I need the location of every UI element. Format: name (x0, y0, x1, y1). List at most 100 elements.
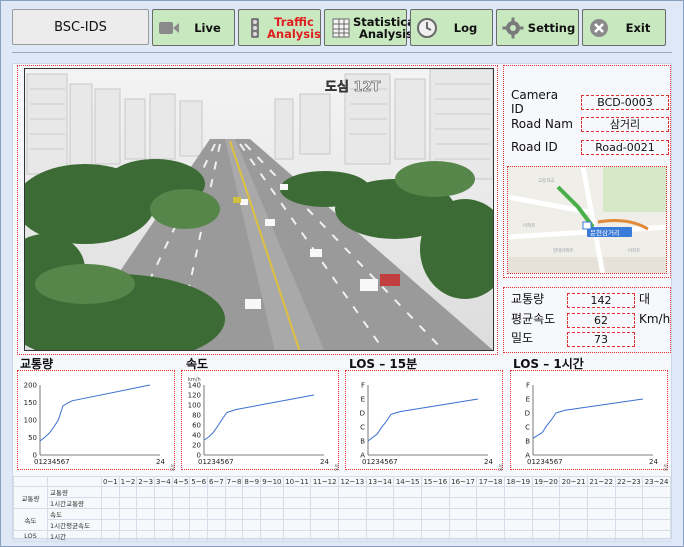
table-cell (365, 519, 395, 531)
table-cell (118, 486, 138, 498)
table-cell (586, 486, 616, 498)
table-cell (224, 519, 244, 531)
y-tick-label: E (361, 396, 365, 404)
series-line (39, 384, 151, 442)
svg-text:아파트: 아파트 (628, 247, 640, 254)
table-cell (118, 519, 138, 531)
table-cell (154, 530, 173, 542)
nav-button-label: Setting (527, 20, 576, 35)
table-cell (531, 519, 561, 531)
chart-los-1h: F E D C B A 01234567 24 시간 (510, 370, 668, 472)
table-cell (559, 508, 588, 520)
table-row: 1시간교통량 (14, 497, 671, 509)
close-circle-icon (587, 16, 611, 40)
table-cell (101, 497, 120, 509)
x-tick-labels: 01234567 (198, 458, 234, 466)
nav-statistical-analysis-button[interactable]: Statistical Analysis (324, 9, 419, 46)
table-corner (47, 476, 102, 487)
hour-header: 7~8 (224, 476, 244, 487)
table-cell (101, 530, 120, 542)
nav-traffic-analysis-button[interactable]: Traffic Analysis (238, 9, 321, 46)
speed-label: 평균속도 (511, 312, 556, 326)
table-cell (189, 497, 209, 509)
hour-header: 6~7 (207, 476, 226, 487)
nav-setting-button[interactable]: Setting (496, 9, 579, 46)
nav-live-button[interactable]: Live (152, 9, 235, 46)
table-cell (282, 486, 312, 498)
svg-text:도심 12T: 도심 12T (325, 79, 381, 95)
table-cell (171, 530, 191, 542)
table-cell (420, 530, 450, 542)
hour-header: 17~18 (476, 476, 505, 487)
table-cell (310, 497, 340, 509)
table-cell (586, 497, 616, 509)
hourly-stats-table: 0~1 1~2 2~3 3~4 4~5 5~6 6~7 7~8 8~9 9~10 10~11 11~1… (13, 476, 671, 542)
table-cell (154, 508, 173, 520)
y-tick-label: 50 (28, 434, 37, 442)
hour-header: 15~16 (420, 476, 450, 487)
x-unit-label: 시간 (333, 463, 339, 471)
table-cell (393, 497, 422, 509)
table-cell (448, 508, 478, 520)
table-cell (101, 486, 120, 498)
table-cell (242, 530, 262, 542)
table-row: LOS 1시간 (13, 530, 671, 542)
chart-los-1h-svg: FEDCBA01234567 24시간 (525, 382, 668, 472)
table-cell (476, 508, 505, 520)
table-cell (393, 508, 422, 520)
location-map[interactable]: 아파트 현대아파트 아파트 고등학교 문현삼거리 (507, 166, 667, 274)
map-image: 아파트현대아파트 아파트고등학교 문현삼거리 (508, 167, 666, 273)
camera-id-label: Camera ID (511, 88, 559, 116)
hour-header: 3~4 (154, 476, 173, 487)
table-cell (310, 519, 340, 531)
gear-icon (501, 16, 525, 40)
table-cell (101, 508, 120, 520)
table-cell (260, 519, 284, 531)
table-cell (365, 486, 395, 498)
y-tick-label: 40 (192, 432, 201, 440)
x-end-label: 24 (484, 458, 493, 466)
table-cell (189, 486, 209, 498)
nav-log-button[interactable]: Log (410, 9, 493, 46)
hour-header: 13~14 (365, 476, 395, 487)
table-cell (171, 497, 191, 509)
table-cell (310, 508, 340, 520)
y-tick-label: C (360, 424, 365, 432)
table-cell (586, 530, 616, 542)
row-label: 1시간 (47, 530, 102, 542)
table-cell (310, 530, 340, 542)
y-tick-label: 120 (188, 392, 201, 400)
spreadsheet-icon (329, 16, 353, 40)
hour-header: 9~10 (260, 476, 284, 487)
table-cell (282, 530, 312, 542)
volume-value: 142 (567, 293, 635, 308)
table-header-row: 0~1 1~2 2~3 3~4 4~5 5~6 6~7 7~8 8~9 9~10 10~11 11~1… (13, 476, 671, 487)
hour-header: 0~1 (101, 476, 120, 487)
svg-text:현대아파트: 현대아파트 (553, 247, 574, 254)
hour-header: 21~22 (586, 476, 616, 487)
table-cell (393, 519, 422, 531)
hour-header: 5~6 (189, 476, 209, 487)
table-cell (614, 508, 644, 520)
row-group-label: 교통량 (13, 486, 48, 509)
hour-header: 22~23 (614, 476, 644, 487)
y-tick-label: 60 (192, 422, 201, 430)
hour-header: 4~5 (171, 476, 191, 487)
table-cell (420, 519, 450, 531)
y-tick-label: 200 (24, 382, 37, 390)
table-cell (365, 530, 395, 542)
table-cell (242, 508, 262, 520)
chart-volume: 200 150 100 50 0 01234567 24 시간 (17, 370, 175, 471)
live-video-feed[interactable]: 도심 12T (24, 68, 494, 351)
y-tick-label: 80 (192, 412, 201, 420)
table-cell (224, 508, 244, 520)
nav-button-label: Statistical Analysis (353, 14, 419, 41)
table-cell (586, 508, 616, 520)
nav-exit-button[interactable]: Exit (582, 9, 666, 46)
table-cell (503, 497, 533, 509)
clock-icon (415, 16, 439, 40)
y-tick-label: 20 (192, 442, 201, 450)
chart-los-15-svg: FEDCBA01234567 24시간 (360, 382, 503, 472)
camera-id-field: BCD-0003 (581, 94, 669, 110)
table-cell (171, 508, 191, 520)
